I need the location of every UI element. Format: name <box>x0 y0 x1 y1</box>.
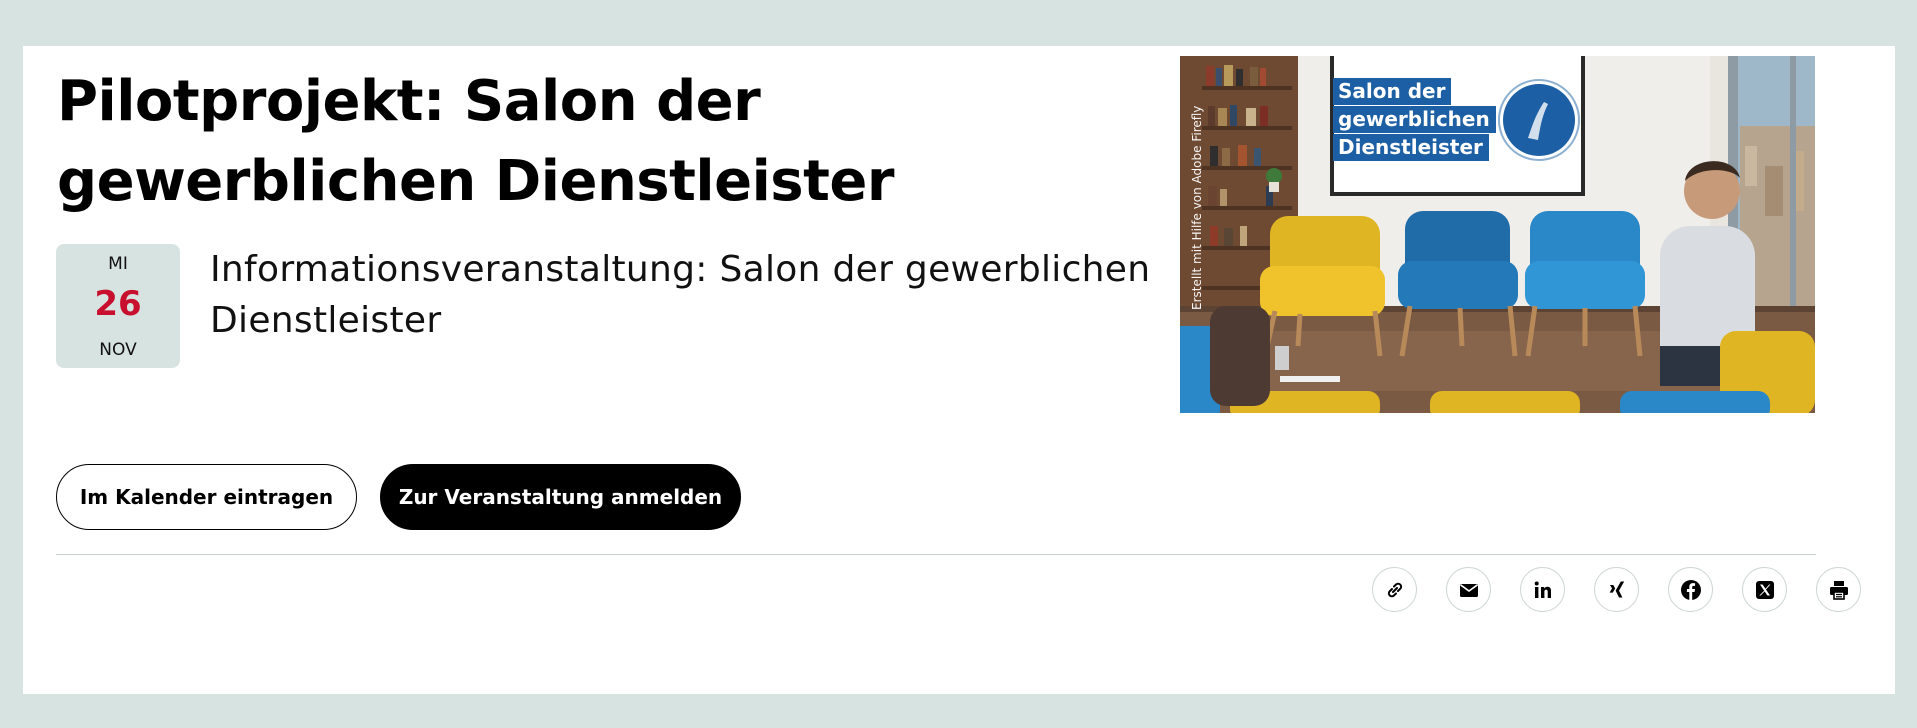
share-x-button[interactable] <box>1742 567 1787 612</box>
share-facebook-button[interactable] <box>1668 567 1713 612</box>
screen-line-1: Salon der <box>1333 78 1452 105</box>
date-day: 26 <box>94 284 142 324</box>
screen-line-2: gewerblichen <box>1333 106 1496 133</box>
page-title: Pilotprojekt: Salon der gewerblichen Die… <box>57 69 894 214</box>
date-month: NOV <box>99 340 137 360</box>
share-bar <box>1372 567 1861 612</box>
add-to-calendar-button[interactable]: Im Kalender eintragen <box>56 464 357 530</box>
linkedin-icon <box>1534 581 1551 598</box>
date-badge: MI 26 NOV <box>56 244 180 368</box>
xing-icon <box>1609 581 1624 597</box>
event-title: Informationsveranstaltung: Salon der gew… <box>210 249 1151 341</box>
date-weekday: MI <box>108 254 128 274</box>
divider <box>56 554 1816 555</box>
printer-icon <box>1829 580 1848 600</box>
share-email-button[interactable] <box>1446 567 1491 612</box>
share-copy-link-button[interactable] <box>1372 567 1417 612</box>
x-icon <box>1755 580 1774 599</box>
facebook-icon <box>1680 579 1701 600</box>
share-print-button[interactable] <box>1816 567 1861 612</box>
seminar-room-illustration <box>1180 56 1815 413</box>
link-icon <box>1387 582 1402 597</box>
share-linkedin-button[interactable] <box>1520 567 1565 612</box>
share-xing-button[interactable] <box>1594 567 1639 612</box>
event-image <box>1180 56 1815 413</box>
image-credit: Erstellt mit Hilfe von Adobe Firefly <box>1190 105 1204 310</box>
screen-line-3: Dienstleister <box>1333 134 1489 161</box>
mail-icon <box>1459 583 1478 597</box>
register-button[interactable]: Zur Veranstaltung anmelden <box>380 464 741 530</box>
